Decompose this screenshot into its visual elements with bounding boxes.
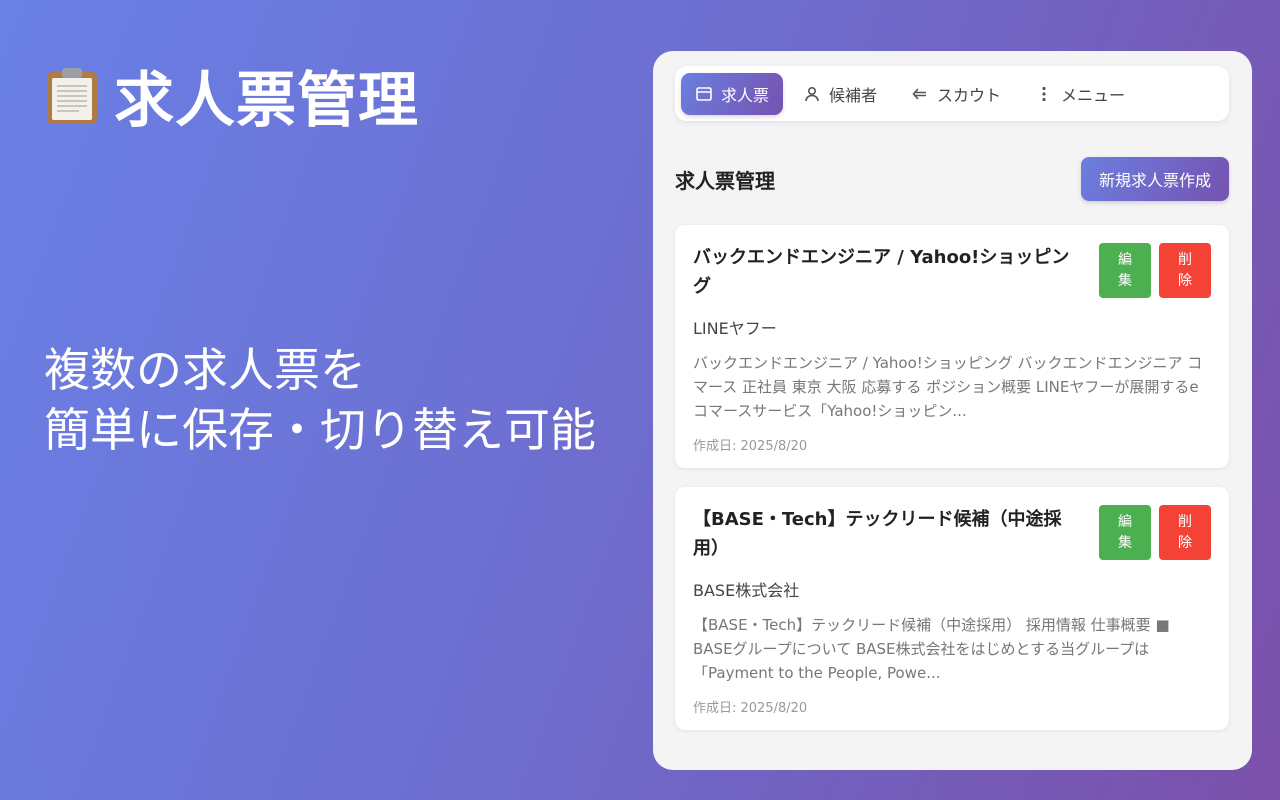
tab-label: メニュー: [1061, 85, 1126, 105]
job-card[interactable]: 【BASE・Tech】テックリード候補（中途採用） 編 集 削 除 BASE株式…: [675, 487, 1229, 730]
delete-label: 除: [1178, 534, 1192, 551]
tab-label: 求人票: [721, 85, 770, 105]
hero-title-text: 求人票管理: [114, 66, 419, 136]
hero-subtitle-line: 複数の求人票を: [44, 343, 366, 397]
new-job-posting-button[interactable]: 新規求人票作成: [1080, 157, 1229, 201]
person-icon: [805, 86, 819, 101]
hero-title: 求人票管理: [44, 52, 419, 139]
more-vertical-icon: [1042, 86, 1046, 101]
tab-job-postings[interactable]: 求人票: [681, 72, 784, 115]
window-icon: [696, 86, 712, 101]
edit-button[interactable]: 編 集: [1099, 505, 1151, 560]
app-panel: 求人票 候補者 スカウト メニュー 求人票管理 新規求人票作成 バックエンドエン…: [653, 51, 1252, 770]
job-description: バックエンドエンジニア / Yahoo!ショッピング バックエンドエンジニア コ…: [693, 354, 1203, 420]
edit-label: 編: [1118, 251, 1132, 268]
job-description: 【BASE・Tech】テックリード候補（中途採用） 採用情報 仕事概要 ■ BA…: [693, 616, 1170, 682]
delete-label: 削: [1178, 513, 1192, 530]
hero-subtitle-line: 簡単に保存・切り替え可能: [44, 403, 596, 457]
edit-label: 集: [1118, 534, 1132, 551]
hero-subtitle: 複数の求人票を 簡単に保存・切り替え可能: [44, 340, 596, 460]
delete-button[interactable]: 削 除: [1159, 505, 1211, 560]
company-name: LINEヤフー: [693, 319, 777, 338]
tab-bar: 求人票 候補者 スカウト メニュー: [675, 66, 1229, 121]
delete-label: 除: [1178, 272, 1192, 289]
clipboard-icon: [44, 66, 100, 126]
tab-scout[interactable]: スカウト: [897, 73, 1015, 115]
tab-menu[interactable]: メニュー: [1021, 73, 1139, 115]
arrow-left-icon: [912, 87, 927, 100]
tab-label: 候補者: [829, 85, 878, 105]
delete-label: 削: [1178, 251, 1192, 268]
edit-button[interactable]: 編 集: [1099, 243, 1151, 298]
edit-label: 編: [1118, 513, 1132, 530]
edit-label: 集: [1118, 272, 1132, 289]
created-date: 作成日: 2025/8/20: [693, 701, 808, 716]
job-card[interactable]: バックエンドエンジニア / Yahoo!ショッピング 編 集 削 除 LINEヤ…: [675, 225, 1229, 468]
company-name: BASE株式会社: [693, 581, 800, 600]
job-title: バックエンドエンジニア / Yahoo!ショッピング: [693, 247, 1070, 297]
job-title: 【BASE・Tech】テックリード候補（中途採用）: [693, 509, 1062, 559]
delete-button[interactable]: 削 除: [1159, 243, 1211, 298]
section-header: 求人票管理 新規求人票作成: [675, 157, 1229, 201]
tab-label: スカウト: [937, 85, 1002, 105]
section-title: 求人票管理: [675, 168, 775, 193]
tab-candidates[interactable]: 候補者: [789, 73, 891, 115]
created-date: 作成日: 2025/8/20: [693, 439, 808, 454]
